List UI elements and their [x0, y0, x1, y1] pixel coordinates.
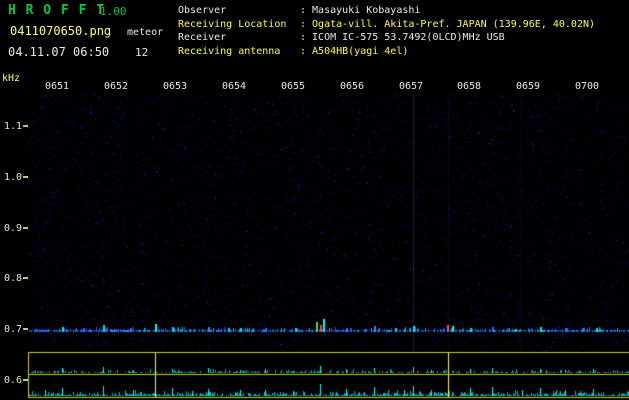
output-filename: 0411070650.png: [10, 24, 112, 38]
info-row-observer: Observer : Masayuki Kobayashi: [178, 4, 595, 18]
freq-label: 0.9: [4, 223, 29, 234]
freq-label-text: 0.8: [4, 273, 23, 284]
freq-unit-label: kHz: [2, 73, 21, 84]
freq-label-text: 1.1: [4, 121, 23, 132]
time-label: 0652: [104, 81, 129, 92]
time-label: 0656: [340, 81, 365, 92]
app-title: H R O F F T: [8, 3, 106, 18]
freq-label: 0.7: [4, 324, 29, 335]
info-label: Receiving Location: [178, 18, 287, 30]
info-label: Receiving antenna: [178, 45, 281, 57]
info-value: : ICOM IC-575 53.7492(0LCD)MHz USB: [300, 32, 505, 43]
info-label: Receiver: [178, 32, 227, 43]
freq-tick: [23, 227, 29, 229]
app-version: 1.00: [100, 5, 127, 18]
freq-tick: [23, 328, 29, 330]
freq-tick: [23, 125, 29, 127]
echo-count: 12: [135, 46, 149, 59]
freq-tick: [23, 379, 29, 381]
datetime-label: 04.11.07 06:50: [8, 45, 110, 59]
hrofft-window: H R O F F T 1.00 0411070650.png meteor 0…: [0, 0, 629, 400]
time-label: 0658: [457, 81, 482, 92]
info-row-receiver: Receiver : ICOM IC-575 53.7492(0LCD)MHz U…: [178, 31, 595, 45]
info-value: : Masayuki Kobayashi: [300, 5, 421, 16]
freq-label-text: 0.6: [4, 375, 23, 386]
freq-tick: [23, 176, 29, 178]
station-info: Observer : Masayuki Kobayashi Receiving L…: [178, 4, 595, 58]
info-row-antenna: Receiving antenna : A504HB(yagi 4el): [178, 45, 595, 59]
time-label: 0653: [163, 81, 188, 92]
freq-tick: [23, 277, 29, 279]
time-label: 0655: [281, 81, 306, 92]
freq-label-text: 0.9: [4, 223, 23, 234]
time-label: 0700: [575, 81, 600, 92]
time-label: 0651: [45, 81, 70, 92]
freq-label: 1.0: [4, 172, 29, 183]
time-label: 0657: [399, 81, 424, 92]
time-label: 0659: [516, 81, 541, 92]
freq-label-text: 1.0: [4, 172, 23, 183]
spectrogram-canvas: [0, 0, 629, 400]
info-value: : A504HB(yagi 4el): [300, 45, 409, 57]
freq-label: 0.8: [4, 273, 29, 284]
freq-label-text: 0.7: [4, 324, 23, 335]
info-label: Observer: [178, 5, 227, 16]
info-value: : Ogata-vill. Akita-Pref. JAPAN (139.96E…: [300, 18, 596, 30]
time-label: 0654: [222, 81, 247, 92]
mode-label: meteor: [127, 27, 164, 38]
info-row-location: Receiving Location : Ogata-vill. Akita-Pr…: [178, 18, 595, 32]
freq-label: 1.1: [4, 121, 29, 132]
freq-label: 0.6: [4, 375, 29, 386]
